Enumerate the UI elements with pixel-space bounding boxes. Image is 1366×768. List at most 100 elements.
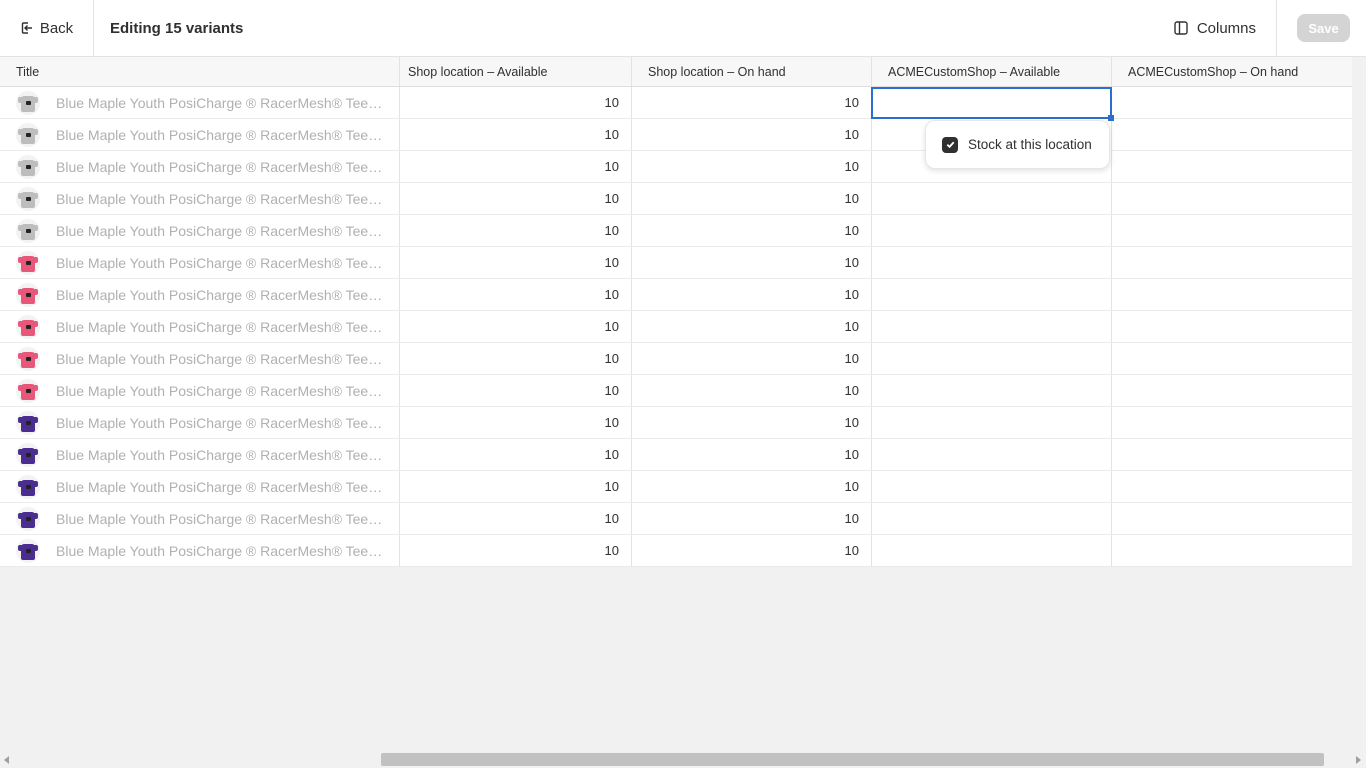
acme-available-cell[interactable] <box>872 375 1112 406</box>
acme-on-hand-cell[interactable] <box>1112 119 1352 150</box>
acme-on-hand-cell[interactable] <box>1112 439 1352 470</box>
shop-available-cell[interactable]: 10 <box>400 535 632 566</box>
acme-available-cell[interactable] <box>872 215 1112 246</box>
table-row: Blue Maple Youth PosiCharge ® RacerMesh®… <box>0 439 1352 471</box>
title-cell[interactable]: Blue Maple Youth PosiCharge ® RacerMesh®… <box>0 247 400 278</box>
variant-title: Blue Maple Youth PosiCharge ® RacerMesh®… <box>56 158 384 175</box>
acme-on-hand-cell[interactable] <box>1112 535 1352 566</box>
title-cell[interactable]: Blue Maple Youth PosiCharge ® RacerMesh®… <box>0 471 400 502</box>
shop-on-hand-cell[interactable]: 10 <box>632 407 872 438</box>
title-cell[interactable]: Blue Maple Youth PosiCharge ® RacerMesh®… <box>0 183 400 214</box>
shop-on-hand-cell[interactable]: 10 <box>632 311 872 342</box>
title-cell[interactable]: Blue Maple Youth PosiCharge ® RacerMesh®… <box>0 215 400 246</box>
shop-available-cell[interactable]: 10 <box>400 119 632 150</box>
stock-at-location-checkbox[interactable] <box>942 136 958 153</box>
table-row: Blue Maple Youth PosiCharge ® RacerMesh®… <box>0 247 1352 279</box>
shop-available-cell[interactable]: 10 <box>400 343 632 374</box>
shop-available-cell[interactable]: 10 <box>400 439 632 470</box>
acme-on-hand-cell[interactable] <box>1112 311 1352 342</box>
acme-on-hand-cell[interactable] <box>1112 247 1352 278</box>
acme-available-cell[interactable] <box>872 471 1112 502</box>
shop-on-hand-cell[interactable]: 10 <box>632 215 872 246</box>
shop-available-cell[interactable]: 10 <box>400 151 632 182</box>
acme-available-cell[interactable] <box>872 183 1112 214</box>
shop-available-cell[interactable]: 10 <box>400 407 632 438</box>
acme-available-cell[interactable] <box>872 279 1112 310</box>
acme-on-hand-cell[interactable] <box>1112 343 1352 374</box>
title-cell[interactable]: Blue Maple Youth PosiCharge ® RacerMesh®… <box>0 279 400 310</box>
title-cell[interactable]: Blue Maple Youth PosiCharge ® RacerMesh®… <box>0 151 400 182</box>
title-cell[interactable]: Blue Maple Youth PosiCharge ® RacerMesh®… <box>0 375 400 406</box>
shop-on-hand-cell[interactable]: 10 <box>632 279 872 310</box>
variant-title: Blue Maple Youth PosiCharge ® RacerMesh®… <box>56 254 384 271</box>
acme-on-hand-cell[interactable] <box>1112 471 1352 502</box>
title-cell[interactable]: Blue Maple Youth PosiCharge ® RacerMesh®… <box>0 407 400 438</box>
columns-icon <box>1174 21 1188 35</box>
shop-available-cell[interactable]: 10 <box>400 375 632 406</box>
column-header-shop-on-hand[interactable]: Shop location – On hand <box>632 57 872 86</box>
scrollbar-thumb[interactable] <box>381 753 1324 766</box>
acme-available-cell[interactable] <box>872 439 1112 470</box>
scroll-right-arrow-icon[interactable] <box>1356 756 1361 764</box>
save-button[interactable]: Save <box>1297 14 1350 42</box>
shop-available-cell[interactable]: 10 <box>400 311 632 342</box>
shop-on-hand-cell[interactable]: 10 <box>632 503 872 534</box>
shop-on-hand-cell[interactable]: 10 <box>632 247 872 278</box>
acme-on-hand-cell[interactable] <box>1112 503 1352 534</box>
column-header-acme-on-hand[interactable]: ACMECustomShop – On hand <box>1112 57 1352 86</box>
acme-on-hand-cell[interactable] <box>1112 151 1352 182</box>
acme-available-cell[interactable] <box>872 407 1112 438</box>
table-row: Blue Maple Youth PosiCharge ® RacerMesh®… <box>0 471 1352 503</box>
shop-on-hand-cell[interactable]: 10 <box>632 535 872 566</box>
variant-title: Blue Maple Youth PosiCharge ® RacerMesh®… <box>56 94 384 111</box>
acme-on-hand-cell[interactable] <box>1112 183 1352 214</box>
shop-on-hand-cell[interactable]: 10 <box>632 375 872 406</box>
shop-available-cell[interactable]: 10 <box>400 87 632 118</box>
title-cell[interactable]: Blue Maple Youth PosiCharge ® RacerMesh®… <box>0 535 400 566</box>
stock-at-location-label: Stock at this location <box>968 137 1092 152</box>
column-header-shop-available[interactable]: Shop location – Available <box>400 57 632 86</box>
acme-on-hand-cell[interactable] <box>1112 87 1352 118</box>
acme-available-cell[interactable] <box>872 535 1112 566</box>
back-button[interactable]: Back <box>0 0 94 57</box>
columns-button[interactable]: Columns <box>1173 0 1276 57</box>
title-cell[interactable]: Blue Maple Youth PosiCharge ® RacerMesh®… <box>0 503 400 534</box>
shop-available-cell[interactable]: 10 <box>400 215 632 246</box>
shop-on-hand-cell[interactable]: 10 <box>632 183 872 214</box>
product-thumbnail <box>16 218 40 243</box>
shop-available-cell[interactable]: 10 <box>400 183 632 214</box>
product-thumbnail <box>16 538 40 563</box>
title-cell[interactable]: Blue Maple Youth PosiCharge ® RacerMesh®… <box>0 343 400 374</box>
scroll-left-arrow-icon[interactable] <box>4 756 9 764</box>
title-cell[interactable]: Blue Maple Youth PosiCharge ® RacerMesh®… <box>0 311 400 342</box>
variant-title: Blue Maple Youth PosiCharge ® RacerMesh®… <box>56 510 384 527</box>
title-cell[interactable]: Blue Maple Youth PosiCharge ® RacerMesh®… <box>0 119 400 150</box>
shop-available-cell[interactable]: 10 <box>400 471 632 502</box>
shop-available-cell[interactable]: 10 <box>400 247 632 278</box>
acme-on-hand-cell[interactable] <box>1112 279 1352 310</box>
column-header-title[interactable]: Title <box>0 57 400 86</box>
product-thumbnail <box>16 154 40 179</box>
page-title: Editing 15 variants <box>110 19 244 37</box>
shop-available-cell[interactable]: 10 <box>400 503 632 534</box>
column-header-acme-available[interactable]: ACMECustomShop – Available <box>872 57 1112 86</box>
shop-on-hand-cell[interactable]: 10 <box>632 119 872 150</box>
acme-available-cell[interactable] <box>872 311 1112 342</box>
shop-available-cell[interactable]: 10 <box>400 279 632 310</box>
acme-available-cell[interactable] <box>872 343 1112 374</box>
acme-on-hand-cell[interactable] <box>1112 407 1352 438</box>
shop-on-hand-cell[interactable]: 10 <box>632 343 872 374</box>
acme-available-cell[interactable] <box>872 503 1112 534</box>
acme-on-hand-cell[interactable] <box>1112 375 1352 406</box>
shop-on-hand-cell[interactable]: 10 <box>632 439 872 470</box>
title-cell[interactable]: Blue Maple Youth PosiCharge ® RacerMesh®… <box>0 439 400 470</box>
shop-on-hand-cell[interactable]: 10 <box>632 471 872 502</box>
acme-available-cell[interactable] <box>872 87 1112 118</box>
table-row: Blue Maple Youth PosiCharge ® RacerMesh®… <box>0 343 1352 375</box>
acme-available-cell[interactable] <box>872 247 1112 278</box>
shop-on-hand-cell[interactable]: 10 <box>632 87 872 118</box>
shop-on-hand-cell[interactable]: 10 <box>632 151 872 182</box>
acme-on-hand-cell[interactable] <box>1112 215 1352 246</box>
table-row: Blue Maple Youth PosiCharge ® RacerMesh®… <box>0 183 1352 215</box>
title-cell[interactable]: Blue Maple Youth PosiCharge ® RacerMesh®… <box>0 87 400 118</box>
